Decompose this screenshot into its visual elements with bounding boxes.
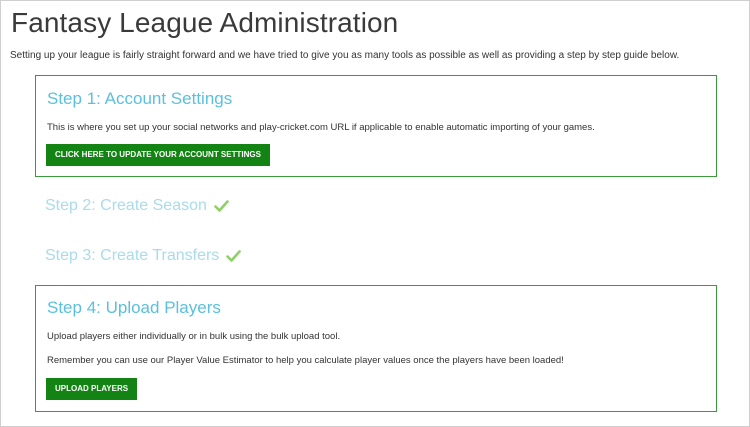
step-1-panel: Step 1: Account Settings This is where y… (35, 75, 717, 177)
step-4-description: Upload players either individually or in… (47, 331, 341, 342)
page-intro: Setting up your league is fairly straigh… (10, 50, 680, 61)
step-2-title: Step 2: Create Season (45, 197, 207, 214)
step-4-title: Step 4: Upload Players (47, 298, 221, 317)
update-account-settings-button[interactable]: CLICK HERE TO UPDATE YOUR ACCOUNT SETTIN… (46, 144, 270, 166)
check-icon (214, 200, 229, 212)
step-1-description: This is where you set up your social net… (47, 122, 595, 133)
step-4-panel: Step 4: Upload Players Upload players ei… (35, 285, 717, 412)
page-frame: Fantasy League Administration Setting up… (0, 0, 750, 427)
upload-players-button[interactable]: UPLOAD PLAYERS (46, 378, 138, 400)
page-title: Fantasy League Administration (11, 7, 399, 38)
step-3-link[interactable]: Step 3: Create Transfers (45, 247, 242, 265)
check-icon (226, 250, 242, 262)
step-2-link[interactable]: Step 2: Create Season (45, 197, 229, 215)
step-1-title: Step 1: Account Settings (47, 89, 233, 108)
step-3-title: Step 3: Create Transfers (45, 247, 220, 264)
step-4-estimator-note: Remember you can use our Player Value Es… (47, 355, 564, 366)
